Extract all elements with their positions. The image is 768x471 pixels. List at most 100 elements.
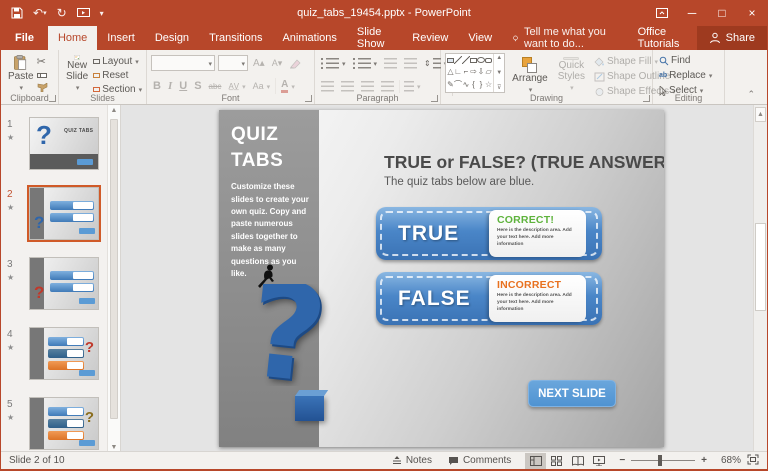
tell-me-box[interactable]: Tell me what you want to do...	[502, 26, 626, 50]
paragraph-dialog-launcher[interactable]	[431, 95, 438, 102]
minimize-button[interactable]: ─	[677, 0, 707, 26]
font-size-select[interactable]	[218, 55, 248, 71]
shrink-font-icon[interactable]: A▾	[270, 57, 285, 70]
shapes-gallery[interactable]: △ ∟ ⌐ ⇨ ⇩ ▱ ✎ ⌒ ∿ { } ☆ ▲▼⊽	[445, 53, 505, 93]
shape-down-arrow-icon[interactable]: ⇩	[478, 67, 485, 76]
thumbnail-slide-1[interactable]: 1★ ? QUIZ TABS	[7, 117, 99, 170]
shape-oval-icon[interactable]	[477, 57, 485, 63]
italic-button[interactable]: I	[166, 80, 174, 92]
shape-scribble-icon[interactable]: ∿	[463, 80, 470, 89]
normal-view-button[interactable]	[525, 453, 546, 469]
undo-icon[interactable]: ↶▾	[33, 6, 47, 20]
new-slide-button[interactable]: New Slide	[63, 53, 91, 95]
scroll-down-icon[interactable]: ▼	[108, 444, 120, 451]
true-tab[interactable]: TRUE CORRECT! Here is the description ar…	[376, 207, 602, 260]
scrollbar-thumb[interactable]	[110, 119, 118, 419]
ribbon-display-options-icon[interactable]	[647, 0, 677, 26]
tab-slide-show[interactable]: Slide Show	[347, 26, 402, 50]
tab-transitions[interactable]: Transitions	[199, 26, 272, 50]
zoom-slider-thumb[interactable]	[658, 455, 662, 466]
tab-animations[interactable]: Animations	[272, 26, 346, 50]
notes-button[interactable]: Notes	[384, 455, 440, 466]
shape-textbox-icon[interactable]	[447, 58, 454, 63]
maximize-button[interactable]: □	[707, 0, 737, 26]
slide-editor[interactable]: QUIZTABS Customize these slides to creat…	[219, 110, 664, 447]
shadow-button[interactable]: S	[192, 80, 203, 92]
office-tutorials-link[interactable]: Office Tutorials	[626, 26, 697, 50]
slideshow-view-button[interactable]	[588, 453, 609, 469]
zoom-in-icon[interactable]: +	[701, 455, 707, 466]
true-answer-card[interactable]: CORRECT! Here is the description area. A…	[489, 210, 586, 257]
shape-rounded-rect-icon[interactable]	[485, 58, 492, 63]
shape-rectangle-icon[interactable]	[470, 58, 477, 63]
shapes-gallery-scrollbar[interactable]: ▲▼⊽	[493, 54, 504, 92]
scroll-up-icon[interactable]: ▲	[755, 107, 766, 122]
align-left-icon[interactable]	[319, 80, 336, 93]
tab-view[interactable]: View	[458, 26, 502, 50]
columns-button[interactable]	[399, 80, 423, 93]
collapse-ribbon-icon[interactable]: ⌃	[747, 89, 755, 100]
share-button[interactable]: Share	[697, 26, 767, 50]
thumbnail-slide-4[interactable]: 4★ ?	[7, 327, 99, 380]
thumbnail-scrollbar[interactable]: ▲ ▼	[107, 105, 120, 453]
zoom-out-icon[interactable]: −	[619, 455, 625, 466]
thumbnail-slide-5[interactable]: 5★ ?	[7, 397, 99, 450]
thumbnail-slide-2[interactable]: 2★ ?	[7, 187, 99, 240]
shape-left-brace-icon[interactable]: {	[472, 80, 475, 89]
shape-right-arrow-icon[interactable]: ⇨	[470, 67, 477, 76]
shape-right-brace-icon[interactable]: }	[480, 80, 483, 89]
cut-icon[interactable]: ✂	[37, 55, 48, 68]
tab-design[interactable]: Design	[145, 26, 199, 50]
drawing-dialog-launcher[interactable]	[643, 95, 650, 102]
tab-review[interactable]: Review	[402, 26, 458, 50]
clear-formatting-icon[interactable]	[287, 57, 303, 70]
shape-elbow-icon[interactable]: ∟	[454, 67, 462, 76]
shape-callout-icon[interactable]: ▱	[486, 67, 492, 76]
font-color-button[interactable]: A	[275, 78, 297, 94]
shape-arrow-icon[interactable]	[462, 56, 470, 64]
character-spacing-button[interactable]: A̲V̲	[226, 80, 247, 93]
replace-button[interactable]: ab Replace	[657, 69, 721, 82]
align-right-icon[interactable]	[359, 80, 376, 93]
shape-star-icon[interactable]: ☆	[485, 80, 492, 89]
grow-font-icon[interactable]: A▴	[251, 57, 267, 70]
scroll-up-icon[interactable]: ▲	[108, 107, 120, 114]
fit-to-window-icon[interactable]	[747, 454, 759, 468]
font-name-select[interactable]	[151, 55, 215, 71]
canvas-scrollbar[interactable]: ▲	[753, 105, 767, 453]
reset-button[interactable]: Reset	[91, 69, 144, 82]
strikethrough-button[interactable]: abc	[207, 82, 224, 91]
numbering-button[interactable]	[351, 57, 380, 70]
clipboard-dialog-launcher[interactable]	[49, 95, 56, 102]
shape-triangle-icon[interactable]: △	[447, 67, 453, 76]
increase-indent-icon[interactable]	[402, 57, 419, 70]
false-answer-card[interactable]: INCORRECT Here is the description area. …	[489, 275, 586, 322]
start-slideshow-icon[interactable]	[77, 8, 90, 19]
next-slide-button[interactable]: NEXT SLIDE	[528, 380, 616, 407]
tab-insert[interactable]: Insert	[97, 26, 145, 50]
customize-qat-icon[interactable]: ▾	[100, 9, 104, 18]
layout-button[interactable]: Layout	[91, 55, 144, 68]
redo-icon[interactable]: ↻	[57, 6, 67, 20]
shape-freeform-icon[interactable]: ✎	[447, 80, 454, 89]
shape-line-icon[interactable]	[454, 56, 462, 64]
find-button[interactable]: Find	[657, 54, 721, 67]
shape-curve-icon[interactable]: ⌐	[464, 67, 469, 76]
justify-icon[interactable]	[379, 80, 396, 93]
decrease-indent-icon[interactable]	[382, 57, 399, 70]
scrollbar-thumb[interactable]	[755, 223, 766, 311]
align-center-icon[interactable]	[339, 80, 356, 93]
zoom-slider[interactable]	[631, 460, 695, 461]
arrange-button[interactable]: Arrange	[509, 53, 551, 95]
change-case-button[interactable]: Aa	[251, 80, 273, 93]
false-tab[interactable]: FALSE INCORRECT Here is the description …	[376, 272, 602, 325]
reading-view-button[interactable]	[567, 453, 588, 469]
slide-title[interactable]: TRUE or FALSE? (TRUE ANSWER)	[384, 152, 664, 173]
thumbnail-slide-3[interactable]: 3★ ?	[7, 257, 99, 310]
bullets-button[interactable]	[319, 57, 348, 70]
slide-sorter-view-button[interactable]	[546, 453, 567, 469]
bold-button[interactable]: B	[151, 80, 163, 92]
format-painter-icon[interactable]	[37, 83, 48, 92]
underline-button[interactable]: U	[177, 80, 189, 92]
comments-button[interactable]: Comments	[440, 455, 519, 466]
